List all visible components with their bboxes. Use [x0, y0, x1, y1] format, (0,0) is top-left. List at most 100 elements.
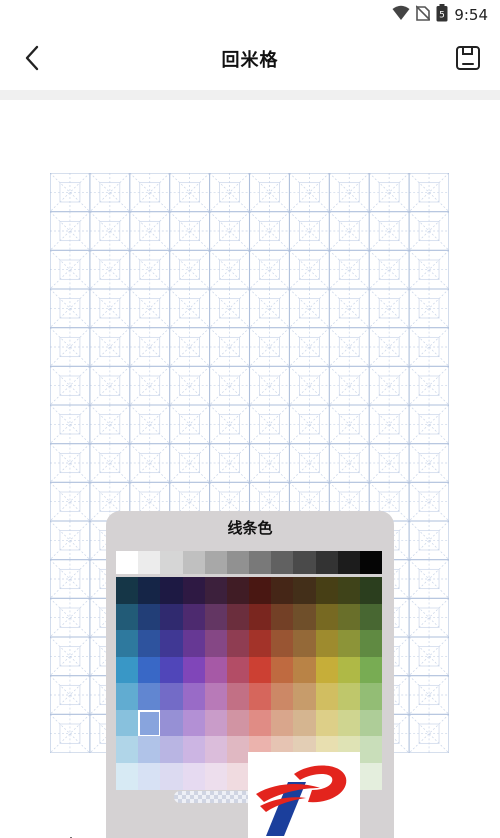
color-swatch-gray[interactable]: [138, 551, 161, 574]
color-swatch-olive-green[interactable]: [337, 577, 361, 604]
color-swatch-rust[interactable]: [271, 603, 294, 631]
color-swatch-teal[interactable]: [116, 577, 139, 604]
color-swatch-red[interactable]: [249, 603, 272, 631]
color-swatch-purple[interactable]: [182, 736, 206, 763]
color-swatch-rust[interactable]: [271, 709, 294, 737]
color-swatch-rust[interactable]: [271, 656, 294, 684]
color-swatch-maroon[interactable]: [226, 577, 250, 604]
color-swatch-olive[interactable]: [315, 630, 339, 657]
color-swatch-selected[interactable]: [138, 709, 161, 737]
color-swatch-blue[interactable]: [138, 577, 161, 604]
color-swatch-brown[interactable]: [293, 656, 316, 684]
color-swatch-purple[interactable]: [182, 709, 206, 737]
color-swatch-rust[interactable]: [271, 577, 294, 604]
color-swatch-brown[interactable]: [293, 683, 316, 710]
color-swatch-blue[interactable]: [138, 656, 161, 684]
color-swatch-teal[interactable]: [116, 683, 139, 710]
color-swatch-teal[interactable]: [116, 630, 139, 657]
color-swatch-maroon[interactable]: [226, 683, 250, 710]
color-swatch-purple[interactable]: [182, 603, 206, 631]
color-swatch-gray[interactable]: [204, 551, 228, 574]
color-swatch-olive-green[interactable]: [337, 709, 361, 737]
color-swatch-green[interactable]: [359, 709, 383, 737]
color-swatch-gray[interactable]: [315, 551, 339, 574]
color-swatch-maroon[interactable]: [226, 630, 250, 657]
color-swatch-green[interactable]: [359, 683, 383, 710]
color-swatch-green[interactable]: [359, 603, 383, 631]
color-swatch-rust[interactable]: [271, 630, 294, 657]
color-swatch-gray[interactable]: [249, 551, 272, 574]
color-swatch-blue[interactable]: [138, 736, 161, 763]
color-swatch-rust[interactable]: [271, 683, 294, 710]
color-swatch-maroon[interactable]: [226, 762, 250, 790]
color-swatch-red[interactable]: [249, 683, 272, 710]
color-swatch-maroon[interactable]: [226, 603, 250, 631]
color-swatch-plum[interactable]: [204, 603, 228, 631]
color-swatch-olive-green[interactable]: [337, 603, 361, 631]
color-swatch-teal[interactable]: [116, 709, 139, 737]
color-swatch-olive-green[interactable]: [337, 683, 361, 710]
color-swatch-teal[interactable]: [116, 603, 139, 631]
color-swatch-purple[interactable]: [182, 683, 206, 710]
color-swatch-gray[interactable]: [337, 551, 361, 574]
color-swatch-olive[interactable]: [315, 603, 339, 631]
color-swatch-indigo[interactable]: [160, 709, 183, 737]
color-swatch-purple[interactable]: [182, 630, 206, 657]
color-swatch-purple[interactable]: [182, 656, 206, 684]
color-swatch-indigo[interactable]: [160, 762, 183, 790]
color-swatch-green[interactable]: [359, 736, 383, 763]
color-swatch-brown[interactable]: [293, 603, 316, 631]
color-swatch-gray[interactable]: [182, 551, 206, 574]
color-swatch-plum[interactable]: [204, 762, 228, 790]
color-swatch-teal[interactable]: [116, 656, 139, 684]
color-swatch-red[interactable]: [249, 577, 272, 604]
color-swatch-plum[interactable]: [204, 656, 228, 684]
save-button[interactable]: [452, 42, 484, 74]
color-swatch-maroon[interactable]: [226, 656, 250, 684]
color-swatch-gray[interactable]: [271, 551, 294, 574]
color-swatch-green[interactable]: [359, 762, 383, 790]
color-swatch-indigo[interactable]: [160, 630, 183, 657]
color-swatch-brown[interactable]: [293, 709, 316, 737]
color-swatch-gray[interactable]: [116, 551, 139, 574]
color-swatch-blue[interactable]: [138, 762, 161, 790]
color-swatch-olive[interactable]: [315, 577, 339, 604]
color-swatch-green[interactable]: [359, 656, 383, 684]
color-swatch-olive[interactable]: [315, 683, 339, 710]
color-swatch-red[interactable]: [249, 630, 272, 657]
color-swatch-blue[interactable]: [138, 630, 161, 657]
color-swatch-maroon[interactable]: [226, 736, 250, 763]
color-swatch-gray[interactable]: [226, 551, 250, 574]
color-swatch-teal[interactable]: [116, 762, 139, 790]
color-swatch-indigo[interactable]: [160, 656, 183, 684]
color-swatch-teal[interactable]: [116, 736, 139, 763]
color-swatch-red[interactable]: [249, 656, 272, 684]
color-swatch-purple[interactable]: [182, 762, 206, 790]
color-swatch-gray[interactable]: [160, 551, 183, 574]
color-swatch-gray[interactable]: [293, 551, 316, 574]
color-swatch-indigo[interactable]: [160, 736, 183, 763]
color-swatch-olive[interactable]: [315, 656, 339, 684]
color-swatch-blue[interactable]: [138, 603, 161, 631]
color-swatch-blue[interactable]: [138, 683, 161, 710]
color-swatch-olive[interactable]: [315, 709, 339, 737]
color-swatch-brown[interactable]: [293, 577, 316, 604]
color-swatch-plum[interactable]: [204, 683, 228, 710]
color-swatch-olive-green[interactable]: [337, 656, 361, 684]
color-swatch-plum[interactable]: [204, 630, 228, 657]
battery-icon: 5: [436, 4, 448, 26]
color-swatch-brown[interactable]: [293, 630, 316, 657]
color-swatch-olive-green[interactable]: [337, 630, 361, 657]
color-swatch-indigo[interactable]: [160, 577, 183, 604]
color-swatch-plum[interactable]: [204, 577, 228, 604]
color-swatch-indigo[interactable]: [160, 603, 183, 631]
color-swatch-maroon[interactable]: [226, 709, 250, 737]
color-swatch-plum[interactable]: [204, 736, 228, 763]
color-swatch-plum[interactable]: [204, 709, 228, 737]
color-swatch-red[interactable]: [249, 709, 272, 737]
color-swatch-green[interactable]: [359, 630, 383, 657]
color-swatch-purple[interactable]: [182, 577, 206, 604]
color-swatch-gray[interactable]: [359, 551, 383, 574]
color-swatch-green[interactable]: [359, 577, 383, 604]
color-swatch-indigo[interactable]: [160, 683, 183, 710]
